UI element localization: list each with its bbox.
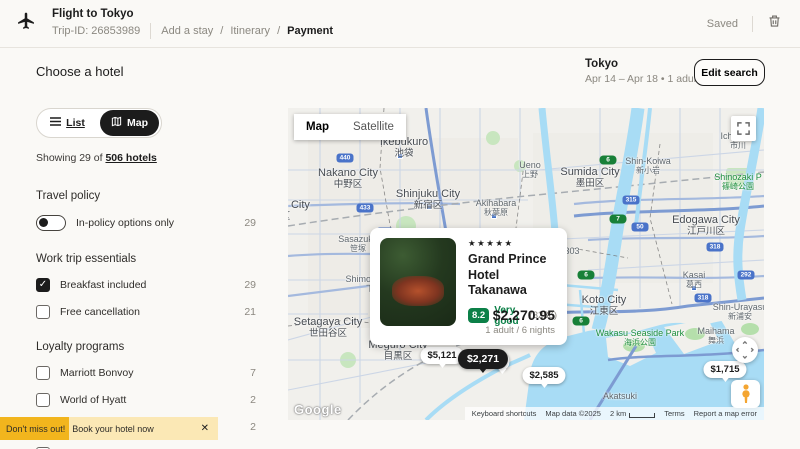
hotel-price: $2,270.95 bbox=[485, 307, 555, 323]
map-type-satellite-button[interactable]: Satellite bbox=[341, 121, 406, 133]
pan-control[interactable] bbox=[732, 337, 758, 363]
road-badge: 7 bbox=[610, 215, 627, 224]
edit-search-button[interactable]: Edit search bbox=[694, 59, 765, 86]
road-badge: 440 bbox=[337, 154, 354, 163]
saved-status: Saved bbox=[707, 18, 738, 30]
keyboard-shortcuts-link[interactable]: Keyboard shortcuts bbox=[472, 409, 537, 418]
map-icon bbox=[111, 116, 122, 130]
breadcrumb-item-add-a-stay[interactable]: Add a stay bbox=[161, 25, 213, 37]
breadcrumb-item-itinerary[interactable]: Itinerary bbox=[230, 25, 270, 37]
list-icon bbox=[50, 117, 61, 129]
filter-count: 2 bbox=[250, 421, 256, 433]
price-marker[interactable]: $5,121 bbox=[420, 347, 463, 364]
list-view-button[interactable]: List bbox=[37, 117, 98, 129]
hotel-name: Grand Prince Hotel Takanawa bbox=[468, 252, 557, 299]
google-logo: Google bbox=[294, 402, 342, 417]
fullscreen-button[interactable] bbox=[731, 116, 756, 141]
map-attribution: Keyboard shortcuts Map data ©2025 2 km T… bbox=[465, 407, 764, 420]
price-marker-selected[interactable]: $2,271 bbox=[458, 349, 508, 369]
hotel-stars: ★★★★★ bbox=[468, 238, 557, 249]
breadcrumb-separator: / bbox=[220, 25, 223, 37]
topbar: Flight to Tokyo Trip-ID: 26853989 Add a … bbox=[0, 0, 800, 48]
map-view-button[interactable]: Map bbox=[100, 110, 159, 136]
road-badge: 315 bbox=[623, 196, 640, 205]
trash-icon[interactable] bbox=[767, 13, 782, 34]
in-policy-label: In-policy options only bbox=[76, 217, 174, 229]
breadcrumb-separator: / bbox=[277, 25, 280, 37]
list-view-label: List bbox=[66, 117, 85, 129]
filter-label: World of Hyatt bbox=[60, 394, 126, 406]
trip-id: Trip-ID: 26853989 bbox=[52, 25, 140, 37]
filter-count: 21 bbox=[244, 306, 256, 318]
filter-count: 2 bbox=[250, 394, 256, 406]
promo-highlight: Don't miss out! bbox=[0, 417, 69, 440]
station-dot bbox=[426, 204, 432, 210]
promo-banner: Don't miss out! Book your hotel now ✕ bbox=[0, 417, 218, 440]
in-policy-toggle-row: In-policy options only 29 bbox=[36, 215, 256, 231]
destination: Tokyo bbox=[585, 58, 699, 70]
work-trip-heading: Work trip essentials bbox=[36, 253, 256, 265]
filter-count: 7 bbox=[250, 367, 256, 379]
filter-row: World of Hyatt 2 bbox=[36, 393, 256, 407]
road-badge: 318 bbox=[695, 294, 712, 303]
hotel-price-sub: 1 adult / 6 nights bbox=[485, 325, 555, 336]
promo-message: Book your hotel now bbox=[69, 424, 154, 434]
view-toggle: List Map bbox=[36, 108, 162, 138]
road-badge: 6 bbox=[573, 317, 590, 326]
page-title: Choose a hotel bbox=[36, 64, 123, 79]
road-badge: 433 bbox=[357, 204, 374, 213]
checkbox-unchecked[interactable] bbox=[36, 393, 50, 407]
filter-row: Free cancellation 21 bbox=[36, 305, 256, 319]
breadcrumb-item-payment[interactable]: Payment bbox=[287, 25, 333, 37]
toggle-knob bbox=[39, 218, 48, 227]
results-count-link[interactable]: 506 hotels bbox=[105, 152, 156, 164]
filter-label: Breakfast included bbox=[60, 279, 146, 291]
road-badge: 292 bbox=[738, 271, 755, 280]
hotel-card[interactable]: ★★★★★ Grand Prince Hotel Takanawa 8.2 Ve… bbox=[370, 228, 567, 345]
hotel-photo bbox=[380, 238, 456, 326]
map-type-control: Map Satellite bbox=[294, 114, 406, 140]
map-canvas[interactable]: Ikebukuro池袋Nakano City中野区Shinjuku City新宿… bbox=[288, 108, 764, 420]
price-marker[interactable]: $2,585 bbox=[522, 367, 565, 384]
station-dot bbox=[691, 285, 697, 291]
terms-link[interactable]: Terms bbox=[664, 409, 684, 418]
filter-label: Marriott Bonvoy bbox=[60, 367, 134, 379]
station-dot bbox=[491, 213, 497, 219]
road-badge: 6 bbox=[578, 271, 595, 280]
checkbox-unchecked[interactable] bbox=[36, 305, 50, 319]
street-view-pegman[interactable] bbox=[731, 380, 760, 408]
divider bbox=[150, 23, 151, 39]
filter-row: Marriott Bonvoy 7 bbox=[36, 366, 256, 380]
filter-count: 29 bbox=[244, 279, 256, 291]
results-summary: Showing 29 of 506 hotels bbox=[36, 152, 256, 164]
road-badge: 6 bbox=[600, 156, 617, 165]
in-policy-count: 29 bbox=[244, 217, 256, 229]
date-summary: Apr 14 – Apr 18 • 1 adult bbox=[585, 73, 699, 85]
station-dot bbox=[397, 153, 403, 159]
road-badge: 50 bbox=[632, 223, 649, 232]
price-marker[interactable]: $1,715 bbox=[703, 361, 746, 378]
work-trip-filter-list: ✓ Breakfast included 29 Free cancellation 21 bbox=[36, 278, 256, 319]
loyalty-heading: Loyalty programs bbox=[36, 341, 256, 353]
checkbox-unchecked[interactable] bbox=[36, 366, 50, 380]
divider bbox=[752, 16, 753, 32]
filters-sidebar: List Map Showing 29 of 506 hotels Travel… bbox=[36, 108, 256, 449]
map-view-label: Map bbox=[127, 117, 148, 129]
map-data-label: Map data ©2025 bbox=[545, 409, 601, 418]
flight-icon bbox=[16, 11, 36, 36]
breadcrumb: Add a stay / Itinerary / Payment bbox=[161, 25, 333, 37]
report-error-link[interactable]: Report a map error bbox=[694, 409, 757, 418]
filter-row: ✓ Breakfast included 29 bbox=[36, 278, 256, 292]
checkbox-checked[interactable]: ✓ bbox=[36, 278, 50, 292]
travel-policy-heading: Travel policy bbox=[36, 190, 256, 202]
search-summary: Tokyo Apr 14 – Apr 18 • 1 adult bbox=[585, 58, 699, 85]
map-scale: 2 km bbox=[610, 409, 655, 418]
trip-info: Flight to Tokyo Trip-ID: 26853989 Add a … bbox=[52, 8, 333, 39]
promo-close-icon[interactable]: ✕ bbox=[201, 423, 218, 434]
road-badge: 318 bbox=[707, 243, 724, 252]
trip-title: Flight to Tokyo bbox=[52, 8, 333, 20]
map-type-map-button[interactable]: Map bbox=[294, 121, 341, 133]
filter-label: Free cancellation bbox=[60, 306, 140, 318]
in-policy-toggle[interactable] bbox=[36, 215, 66, 231]
